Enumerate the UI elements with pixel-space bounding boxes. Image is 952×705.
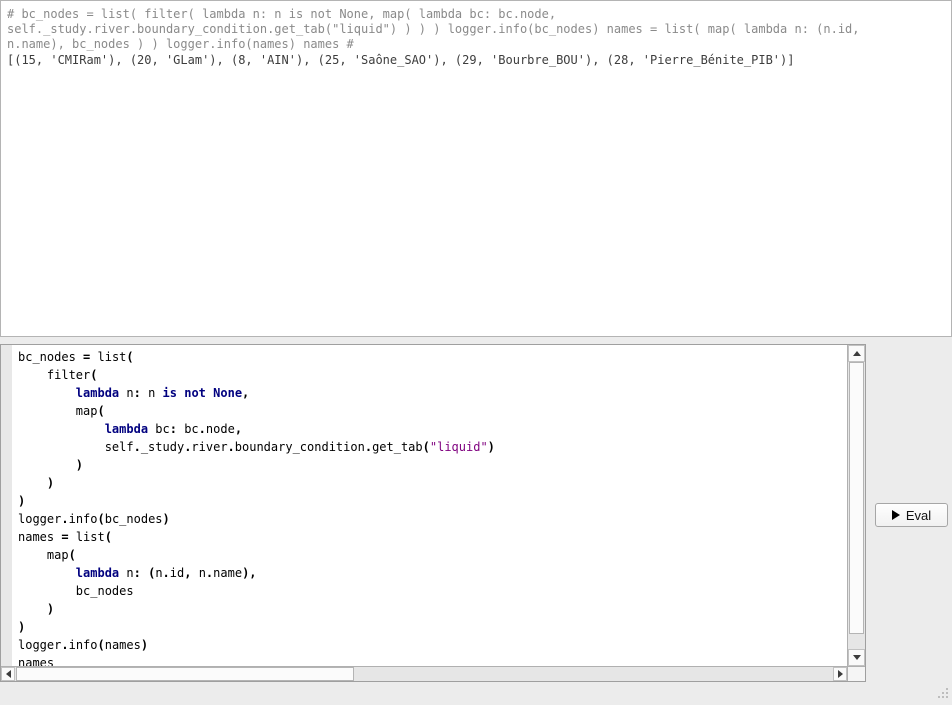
- vertical-scrollbar-track[interactable]: [848, 362, 865, 649]
- scroll-up-button[interactable]: [848, 345, 865, 362]
- code-line: logger.info(names): [18, 636, 847, 654]
- code-line: lambda n: (n.id, n.name),: [18, 564, 847, 582]
- code-line: ): [18, 618, 847, 636]
- vertical-scrollbar-thumb[interactable]: [849, 362, 864, 634]
- scroll-down-icon: [853, 655, 861, 660]
- echo-line: # bc_nodes = list( filter( lambda n: n i…: [7, 7, 945, 22]
- code-line: ): [18, 474, 847, 492]
- code-input-area[interactable]: bc_nodes = list( filter( lambda n: n is …: [12, 345, 847, 666]
- horizontal-scrollbar-track[interactable]: [15, 667, 833, 681]
- scroll-left-button[interactable]: [1, 667, 15, 681]
- scroll-left-icon: [6, 670, 11, 678]
- resize-grip-icon[interactable]: [934, 686, 950, 702]
- code-line: lambda n: n is not None,: [18, 384, 847, 402]
- code-line: self._study.river.boundary_condition.get…: [18, 438, 847, 456]
- eval-button[interactable]: Eval: [875, 503, 948, 527]
- code-line: ): [18, 600, 847, 618]
- code-line: map(: [18, 546, 847, 564]
- scroll-right-icon: [838, 670, 843, 678]
- console-history-pane[interactable]: # bc_nodes = list( filter( lambda n: n i…: [0, 0, 952, 337]
- code-line: ): [18, 492, 847, 510]
- horizontal-scrollbar-thumb[interactable]: [16, 667, 354, 681]
- code-line: map(: [18, 402, 847, 420]
- eval-button-label: Eval: [906, 508, 931, 523]
- code-editor[interactable]: bc_nodes = list( filter( lambda n: n is …: [0, 344, 866, 682]
- command-result: [(15, 'CMIRam'), (20, 'GLam'), (8, 'AIN'…: [7, 53, 945, 68]
- play-icon: [892, 510, 900, 520]
- scrollbar-corner: [847, 667, 865, 681]
- editor-margin-gutter: [1, 345, 12, 666]
- code-line: filter(: [18, 366, 847, 384]
- scroll-down-button[interactable]: [848, 649, 865, 666]
- code-line: logger.info(bc_nodes): [18, 510, 847, 528]
- echo-line: self._study.river.boundary_condition.get…: [7, 22, 945, 37]
- echo-line: n.name), bc_nodes ) ) logger.info(names)…: [7, 37, 945, 52]
- scroll-right-button[interactable]: [833, 667, 847, 681]
- code-line: names = list(: [18, 528, 847, 546]
- horizontal-scrollbar[interactable]: [1, 666, 865, 681]
- code-line: bc_nodes = list(: [18, 348, 847, 366]
- scroll-up-icon: [853, 351, 861, 356]
- code-line: bc_nodes: [18, 582, 847, 600]
- code-line: lambda bc: bc.node,: [18, 420, 847, 438]
- code-line: ): [18, 456, 847, 474]
- echoed-command: # bc_nodes = list( filter( lambda n: n i…: [7, 7, 945, 52]
- vertical-scrollbar[interactable]: [847, 345, 865, 666]
- code-line: names: [18, 654, 847, 666]
